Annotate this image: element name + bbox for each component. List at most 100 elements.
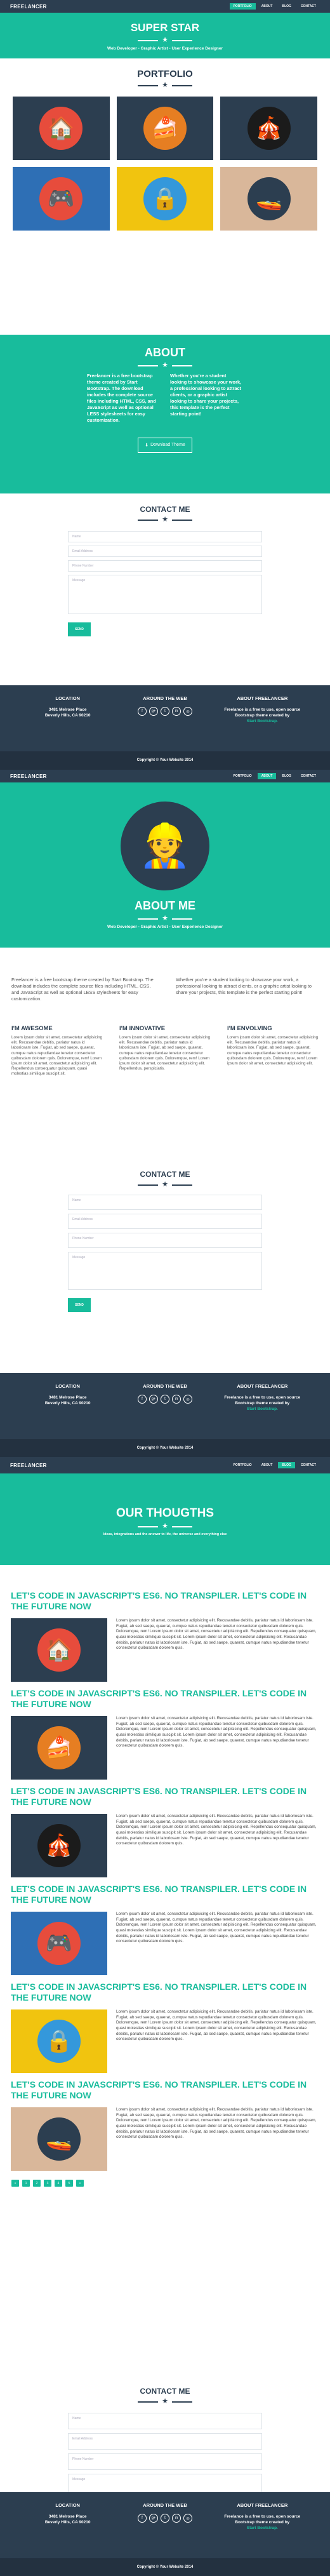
star-divider: ★ (0, 82, 330, 89)
nav-item-about[interactable]: ABOUT (257, 773, 277, 779)
contact-title: CONTACT ME (140, 1170, 190, 1179)
brand-logo[interactable]: FREELANCER (10, 4, 47, 10)
facebook-icon[interactable]: f (137, 1395, 147, 1404)
twitter-icon[interactable]: t (160, 2514, 169, 2523)
brand-logo[interactable]: FREELANCER (10, 774, 47, 779)
google-plus-icon[interactable]: g+ (148, 707, 158, 716)
portfolio-item[interactable]: 🚤 (220, 167, 317, 231)
email-field[interactable]: Email Address (68, 546, 262, 557)
post-title[interactable]: LET'S CODE IN JAVASCRIPT'S ES6. NO TRANS… (0, 1688, 330, 1710)
blog-post: LET'S CODE IN JAVASCRIPT'S ES6. NO TRANS… (0, 1982, 330, 2073)
nav-item-portfolio[interactable]: PORTFOLIO (230, 773, 256, 779)
about-section: ABOUT ★ Freelancer is a free bootstrap t… (0, 335, 330, 493)
page-1[interactable]: 1 (22, 2180, 30, 2187)
nav-item-about[interactable]: ABOUT (258, 1462, 277, 1468)
post-title[interactable]: LET'S CODE IN JAVASCRIPT'S ES6. NO TRANS… (0, 1982, 330, 2003)
twitter-icon[interactable]: t (160, 1395, 169, 1404)
send-button[interactable]: SEND (68, 1298, 91, 1312)
start-bootstrap-link[interactable]: Start Bootstrap. (214, 1406, 311, 1412)
post-image[interactable]: 🔒 (11, 2009, 107, 2073)
page-4[interactable]: 4 (55, 2180, 62, 2187)
post-title[interactable]: LET'S CODE IN JAVASCRIPT'S ES6. NO TRANS… (0, 1786, 330, 1808)
nav-item-portfolio[interactable]: PORTFOLIO (229, 3, 256, 10)
phone-field[interactable]: Phone Number (68, 2453, 262, 2470)
portfolio-item[interactable]: 🍰 (116, 97, 214, 160)
nav-item-contact[interactable]: CONTACT (297, 773, 320, 779)
hero-title: SUPER STAR (130, 22, 200, 34)
qualities-row: I'M AWESOME Lorem ipsum dolor sit amet, c… (0, 1016, 330, 1111)
linkedin-icon[interactable]: in (171, 2514, 181, 2523)
game-controller-icon: 🎮 (37, 1922, 81, 1965)
nav-item-contact[interactable]: CONTACT (297, 1462, 320, 1468)
send-button[interactable]: SEND (68, 622, 91, 636)
submarine-icon: 🚤 (247, 177, 291, 220)
email-field[interactable]: Email Address (68, 1214, 262, 1229)
portfolio-item[interactable]: 🎮 (13, 167, 110, 231)
star-divider: ★ (0, 37, 330, 44)
name-field[interactable]: Name (68, 1195, 262, 1210)
game-controller-icon: 🎮 (39, 177, 83, 220)
facebook-icon[interactable]: f (137, 2514, 147, 2523)
star-divider: ★ (0, 516, 330, 523)
linkedin-icon[interactable]: in (171, 707, 181, 716)
blog-hero: OUR THOUGTHS ★ Ideas, integrations and t… (0, 1473, 330, 1565)
brand-logo[interactable]: FREELANCER (10, 1463, 47, 1468)
linkedin-icon[interactable]: in (171, 1395, 181, 1404)
about-me-hero: 👷 ABOUT ME ★ Web Developer - Graphic Art… (0, 782, 330, 948)
start-bootstrap-link[interactable]: Start Bootstrap. (214, 2525, 311, 2531)
star-icon: ★ (162, 36, 168, 44)
blog-title: OUR THOUGTHS (116, 1506, 214, 1520)
facebook-icon[interactable]: f (137, 707, 147, 716)
google-plus-icon[interactable]: g+ (148, 1395, 158, 1404)
phone-field[interactable]: Phone Number (68, 560, 262, 572)
dribbble-icon[interactable]: ◎ (183, 2514, 192, 2523)
download-button[interactable]: ⬇ Download Theme (138, 437, 192, 453)
page-next[interactable]: » (76, 2180, 84, 2187)
nav-item-blog[interactable]: BLOG (278, 1462, 295, 1468)
post-excerpt: Lorem ipsum dolor sit amet, consectetur … (116, 1716, 317, 1748)
nav-item-portfolio[interactable]: PORTFOLIO (230, 1462, 256, 1468)
page-3[interactable]: 3 (44, 2180, 51, 2187)
post-image[interactable]: 🎮 (11, 1912, 107, 1975)
message-field[interactable]: Message (68, 1252, 262, 1290)
navbar: FREELANCER PORTFOLIO ABOUT BLOG CONTACT (0, 770, 330, 782)
post-image[interactable]: 🏠 (11, 1618, 107, 1682)
post-title[interactable]: LET'S CODE IN JAVASCRIPT'S ES6. NO TRANS… (0, 1590, 330, 1612)
post-image[interactable]: 🍰 (11, 1716, 107, 1780)
start-bootstrap-link[interactable]: Start Bootstrap. (214, 718, 311, 724)
nav-item-blog[interactable]: BLOG (278, 3, 294, 10)
page-home: FREELANCER PORTFOLIO ABOUT BLOG CONTACT … (0, 0, 330, 770)
post-image[interactable]: 🎪 (11, 1814, 107, 1877)
social-links: f g+ t in ◎ (116, 2514, 213, 2523)
twitter-icon[interactable]: t (160, 707, 169, 716)
portfolio-item[interactable]: 🔒 (116, 167, 214, 231)
page-5[interactable]: 5 (65, 2180, 73, 2187)
nav-item-blog[interactable]: BLOG (278, 773, 294, 779)
post-title[interactable]: LET'S CODE IN JAVASCRIPT'S ES6. NO TRANS… (0, 2079, 330, 2101)
about-text-right: Whether you're a student looking to show… (170, 373, 242, 417)
nav-item-contact[interactable]: CONTACT (297, 3, 320, 10)
message-field[interactable]: Message (68, 575, 262, 614)
contact-form: Name Email Address Phone Number Message … (68, 531, 262, 636)
email-field[interactable]: Email Address (68, 2433, 262, 2450)
portfolio-item[interactable]: 🎪 (220, 97, 317, 160)
name-field[interactable]: Name (68, 531, 262, 542)
safe-icon: 🔒 (37, 2020, 81, 2063)
post-image[interactable]: 🚤 (11, 2107, 107, 2171)
page-2[interactable]: 2 (33, 2180, 41, 2187)
phone-field[interactable]: Phone Number (68, 1233, 262, 1248)
dribbble-icon[interactable]: ◎ (183, 707, 192, 716)
cake-icon: 🍰 (37, 1726, 81, 1769)
footer: LOCATION 3481 Melrose Place Beverly Hills… (0, 1373, 330, 1439)
nav-item-about[interactable]: ABOUT (258, 3, 277, 10)
copyright-bar: Copyright © Your Website 2014 (0, 1439, 330, 1457)
star-divider: ★ (0, 362, 330, 369)
circus-tent-icon: 🎪 (247, 107, 291, 150)
google-plus-icon[interactable]: g+ (148, 2514, 158, 2523)
portfolio-item[interactable]: 🏠 (13, 97, 110, 160)
post-title[interactable]: LET'S CODE IN JAVASCRIPT'S ES6. NO TRANS… (0, 1884, 330, 1905)
dribbble-icon[interactable]: ◎ (183, 1395, 192, 1404)
footer-about: ABOUT FREELANCER Freelance is a free to u… (214, 695, 311, 751)
page-prev[interactable]: « (11, 2180, 19, 2187)
name-field[interactable]: Name (68, 2413, 262, 2429)
